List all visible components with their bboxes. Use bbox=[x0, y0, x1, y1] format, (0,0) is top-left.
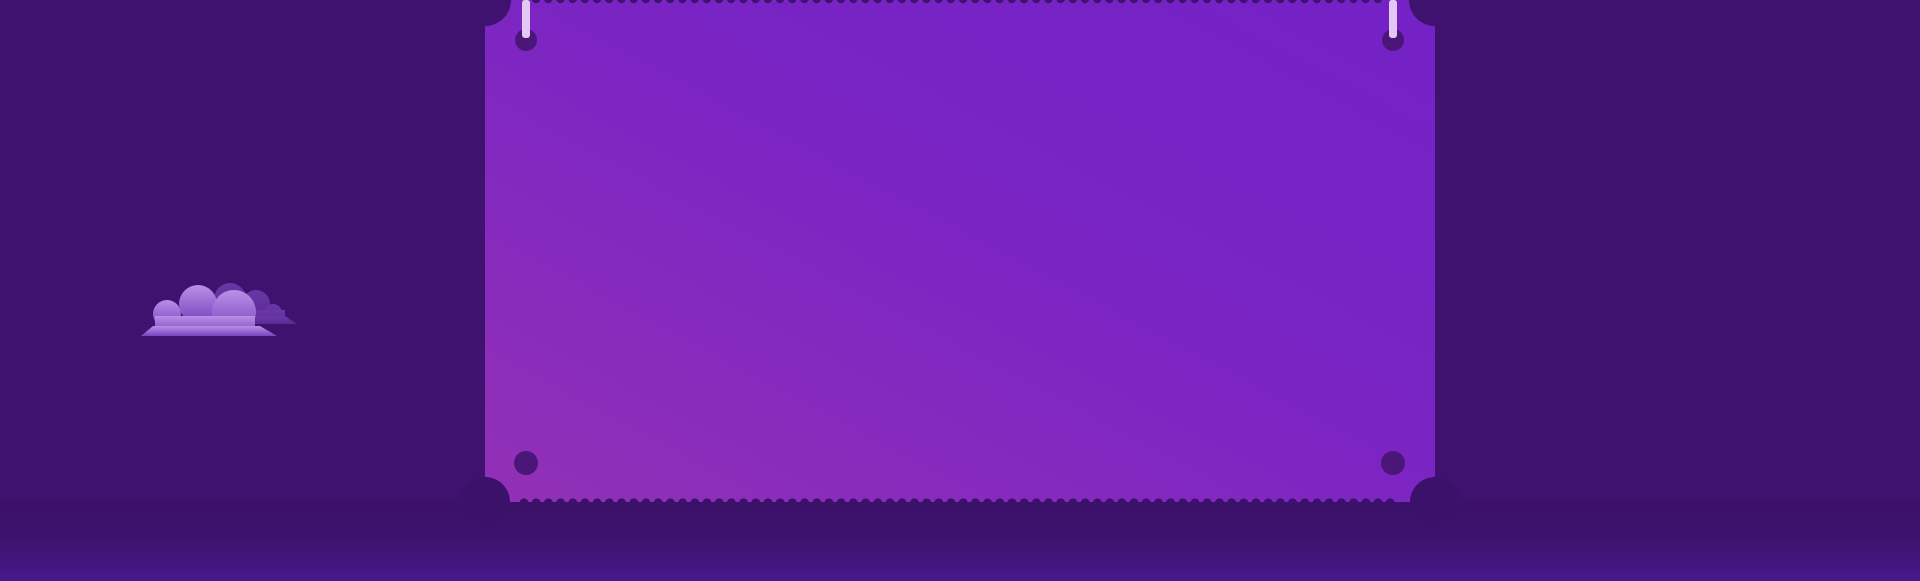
bottom-scallop bbox=[1263, 498, 1273, 508]
bottom-scallop bbox=[873, 498, 883, 508]
bottom-scallop bbox=[1007, 498, 1017, 508]
fastener-bottom-right bbox=[1381, 451, 1405, 475]
bottom-scallop bbox=[604, 498, 615, 508]
bottom-scallop bbox=[531, 498, 541, 508]
corner-notch-bottom-left bbox=[460, 477, 510, 527]
bottom-scallop bbox=[1214, 498, 1224, 508]
bottom-scallop bbox=[665, 498, 676, 508]
bottom-scallop bbox=[775, 498, 785, 508]
bottom-scallop bbox=[1300, 498, 1310, 508]
bottom-scallop bbox=[1336, 498, 1346, 508]
bottom-scallop bbox=[800, 498, 810, 508]
fastener-bottom-left bbox=[514, 451, 538, 475]
bottom-scallop bbox=[861, 498, 871, 508]
bottom-scallop bbox=[1227, 498, 1237, 508]
bottom-scallop bbox=[568, 498, 578, 508]
bottom-scallop bbox=[1361, 498, 1371, 508]
hanging-rod-right-front bbox=[1389, 0, 1397, 38]
bottom-scallop bbox=[751, 498, 761, 508]
bottom-scallop bbox=[678, 498, 688, 508]
bottom-scallop bbox=[641, 498, 651, 508]
bottom-scallop bbox=[690, 498, 700, 508]
bottom-scallop bbox=[1129, 498, 1139, 508]
bottom-scallop bbox=[824, 498, 834, 508]
bottom-scallop bbox=[543, 498, 554, 508]
bottom-scallop bbox=[983, 498, 993, 508]
bottom-scallop bbox=[1312, 498, 1322, 508]
bottom-scallop bbox=[714, 498, 724, 508]
game-scene bbox=[0, 0, 1920, 581]
bottom-scallop bbox=[592, 498, 602, 508]
bottom-scallop bbox=[812, 498, 822, 508]
bottom-scallop bbox=[1044, 498, 1054, 508]
bottom-scallop bbox=[1275, 498, 1285, 508]
bottom-scallop bbox=[848, 498, 859, 508]
bottom-scallop bbox=[702, 498, 712, 508]
bottom-scallop bbox=[958, 498, 968, 508]
bottom-scallop bbox=[1178, 498, 1188, 508]
bottom-scallop bbox=[1031, 498, 1041, 508]
bottom-scallop bbox=[836, 498, 846, 508]
bottom-scallop bbox=[970, 498, 981, 508]
bottom-scallop bbox=[1251, 498, 1261, 508]
bottom-scallop bbox=[1068, 498, 1078, 508]
bottom-scallop bbox=[1190, 498, 1200, 508]
bottom-scallop bbox=[946, 498, 956, 508]
bottom-scallop bbox=[1349, 498, 1359, 508]
bottom-scallop bbox=[629, 498, 639, 508]
bottom-scallop bbox=[763, 498, 773, 508]
corner-notch-bottom-right bbox=[1410, 477, 1460, 527]
bottom-scallop bbox=[1385, 498, 1395, 508]
bottom-scallop bbox=[909, 498, 920, 508]
bottom-scallop bbox=[1092, 498, 1102, 508]
bottom-scallop bbox=[995, 498, 1005, 508]
bottom-scallop bbox=[519, 498, 529, 508]
bottom-scallop bbox=[1288, 498, 1298, 508]
bottom-scallop bbox=[922, 498, 932, 508]
bottom-scallop bbox=[787, 498, 798, 508]
bottom-scallop bbox=[1080, 498, 1090, 508]
bottom-scallop bbox=[739, 498, 749, 508]
bottom-scallop bbox=[897, 498, 907, 508]
bottom-scallop bbox=[1166, 498, 1176, 508]
bottom-scallop bbox=[580, 498, 590, 508]
bottom-scallop bbox=[1141, 498, 1151, 508]
bottom-scallop bbox=[1117, 498, 1127, 508]
bottom-scallop bbox=[1324, 498, 1334, 508]
board-panel bbox=[485, 0, 1435, 502]
cloud-icon bbox=[141, 283, 297, 336]
bottom-scallop bbox=[1153, 498, 1163, 508]
bottom-scallop bbox=[1239, 498, 1249, 508]
bottom-scallop bbox=[1202, 498, 1212, 508]
bottom-scallop bbox=[885, 498, 895, 508]
bottom-scallop bbox=[1056, 498, 1066, 508]
bottom-scallop bbox=[1105, 498, 1115, 508]
bottom-scallop bbox=[934, 498, 944, 508]
bottom-scallop bbox=[726, 498, 737, 508]
bottom-scallop bbox=[617, 498, 627, 508]
bottom-scallop bbox=[556, 498, 566, 508]
bottom-scallop bbox=[653, 498, 663, 508]
bottom-scallop bbox=[1373, 498, 1383, 508]
bottom-scallop bbox=[1019, 498, 1029, 508]
hanging-rod-left-front bbox=[522, 0, 530, 38]
